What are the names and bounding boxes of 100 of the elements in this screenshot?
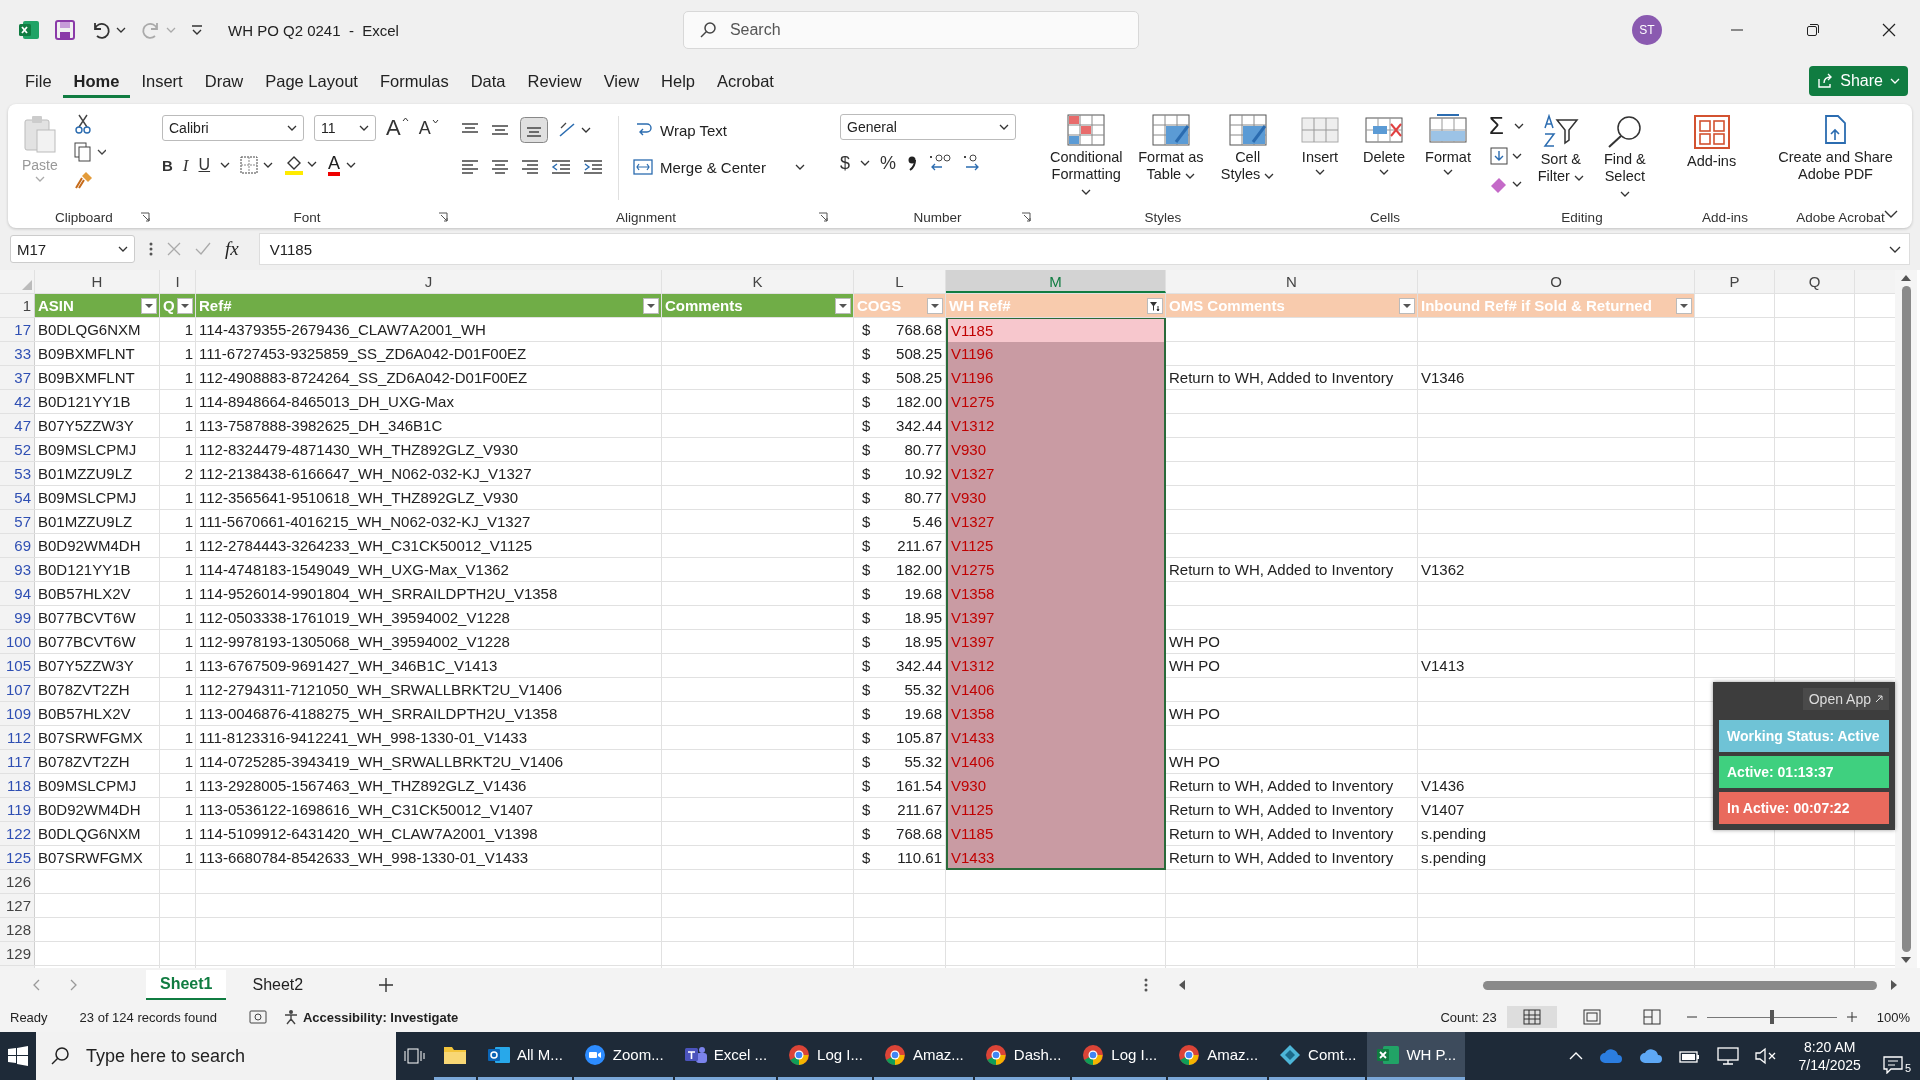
shrink-font-button[interactable]: A	[418, 119, 439, 137]
create-pdf-button[interactable]: Create and Share Adobe PDF	[1773, 110, 1898, 183]
restore-icon[interactable]	[1806, 23, 1820, 37]
column-header[interactable]: M	[946, 270, 1166, 293]
cells-button[interactable]: Delete	[1355, 110, 1413, 175]
previous-sheet-icon[interactable]	[32, 979, 40, 991]
scroll-thumb[interactable]	[1901, 286, 1911, 952]
accessibility-button[interactable]: Accessibility: Investigate	[282, 1009, 459, 1025]
font-name-field[interactable]: Calibri	[162, 115, 304, 141]
scroll-down-icon[interactable]	[1900, 956, 1912, 964]
taskbar-app[interactable]: Dash...	[974, 1032, 1071, 1080]
zoom-level[interactable]: 100%	[1876, 1009, 1910, 1025]
decrease-indent-icon[interactable]	[550, 159, 572, 175]
next-sheet-icon[interactable]	[70, 979, 78, 991]
filter-button[interactable]	[1399, 297, 1415, 314]
expand-icon[interactable]	[1889, 245, 1901, 253]
more-options-icon[interactable]	[149, 242, 153, 256]
filter-button[interactable]	[1147, 297, 1163, 314]
muted-speaker-icon[interactable]	[1754, 1047, 1777, 1065]
wrap-text-button[interactable]: Wrap Text	[633, 116, 805, 144]
add-ins-button[interactable]: Add-ins	[1685, 110, 1739, 170]
percent-button[interactable]: %	[880, 154, 897, 172]
network-icon[interactable]	[1716, 1047, 1739, 1065]
customize-toolbar-icon[interactable]	[190, 24, 204, 36]
cells-button[interactable]: Format	[1419, 110, 1477, 175]
taskbar-app[interactable]: Amaz...	[1168, 1032, 1268, 1080]
taskbar-app[interactable]: Amaz...	[873, 1032, 973, 1080]
taskbar-app[interactable]: Log I...	[1072, 1032, 1167, 1080]
comma-style-icon[interactable]	[906, 154, 919, 172]
font-size-field[interactable]: 11	[314, 115, 376, 141]
dialog-launcher-icon[interactable]	[1021, 212, 1031, 222]
user-avatar[interactable]: ST	[1632, 15, 1662, 45]
vertical-scrollbar[interactable]	[1895, 270, 1917, 968]
normal-view-button[interactable]	[1506, 1006, 1557, 1028]
ribbon-tab[interactable]: Review	[516, 64, 593, 98]
ribbon-tab[interactable]: File	[14, 64, 63, 98]
show-hidden-icons-icon[interactable]	[1568, 1052, 1583, 1060]
merge-center-button[interactable]: Merge & Center	[633, 153, 805, 181]
taskbar-app[interactable]: Excel ...	[674, 1032, 777, 1080]
task-view-icon[interactable]	[404, 1046, 426, 1066]
cloud-icon[interactable]	[1638, 1048, 1663, 1064]
scroll-thumb[interactable]	[1482, 980, 1878, 990]
taskbar-app[interactable]: Comt...	[1269, 1032, 1366, 1080]
dialog-launcher-icon[interactable]	[140, 212, 150, 222]
check-icon[interactable]	[195, 242, 211, 256]
fill-color-icon[interactable]	[284, 155, 319, 175]
clock[interactable]: 8:20 AM 7/14/2025	[1784, 1038, 1875, 1074]
underline-button[interactable]: U	[198, 157, 211, 173]
macro-icon[interactable]	[248, 1009, 267, 1025]
editing-button[interactable]: Sort & Filter	[1531, 110, 1590, 185]
align-bottom-icon[interactable]	[520, 117, 548, 143]
filter-button[interactable]	[177, 297, 193, 314]
add-sheet-icon[interactable]	[379, 978, 394, 992]
scroll-left-icon[interactable]	[1178, 979, 1186, 991]
battery-icon[interactable]	[1678, 1048, 1701, 1064]
ribbon-tab[interactable]: Draw	[193, 64, 255, 98]
ribbon-tab[interactable]: Acrobat	[706, 64, 785, 98]
taskbar-app[interactable]: Zoom...	[573, 1032, 673, 1080]
fill-down-icon[interactable]	[1489, 146, 1523, 166]
align-center-icon[interactable]	[490, 159, 510, 175]
insert-function-button[interactable]: fx	[225, 238, 245, 260]
taskbar-app[interactable]: All M...	[478, 1032, 572, 1080]
align-left-icon[interactable]	[460, 159, 480, 175]
collapse-ribbon-icon[interactable]	[1884, 210, 1898, 218]
dialog-launcher-icon[interactable]	[438, 212, 448, 222]
name-box[interactable]: M17	[10, 235, 135, 263]
cloud-icon[interactable]	[1598, 1048, 1623, 1064]
sheet-tab[interactable]: Sheet1	[146, 970, 227, 1000]
align-right-icon[interactable]	[520, 159, 540, 175]
close-icon[interactable]	[1882, 23, 1896, 37]
formula-field[interactable]: V1185	[258, 233, 1910, 265]
more-options-icon[interactable]	[1144, 978, 1148, 992]
taskbar-app[interactable]: WH P...	[1367, 1032, 1466, 1080]
taskbar-app[interactable]: Log I...	[778, 1032, 872, 1080]
filter-button[interactable]	[643, 297, 659, 314]
sheet-tab[interactable]: Sheet2	[238, 971, 318, 999]
increase-decimal-icon[interactable]	[928, 153, 953, 173]
italic-button[interactable]: I	[182, 156, 189, 174]
bold-button[interactable]: B	[162, 157, 173, 173]
styles-button[interactable]: Format as Table	[1135, 110, 1207, 183]
ribbon-tab[interactable]: Home	[62, 64, 131, 98]
open-app-button[interactable]: Open App	[1802, 688, 1889, 710]
currency-button[interactable]: $	[840, 154, 850, 172]
increase-indent-icon[interactable]	[582, 159, 604, 175]
editing-button[interactable]: Find & Select	[1595, 110, 1654, 201]
cells-button[interactable]: Insert	[1291, 110, 1349, 175]
notifications-button[interactable]: 5	[1874, 1038, 1920, 1074]
cut-icon[interactable]	[73, 114, 92, 134]
ribbon-tab[interactable]: Formulas	[368, 64, 460, 98]
format-painter-icon[interactable]	[73, 170, 94, 190]
copy-icon[interactable]	[73, 142, 106, 162]
ribbon-tab[interactable]: View	[592, 64, 651, 98]
number-format-field[interactable]: General	[840, 114, 1016, 140]
ribbon-tab[interactable]: Data	[459, 64, 517, 98]
save-icon[interactable]	[54, 19, 76, 41]
ribbon-tab[interactable]: Page Layout	[254, 64, 369, 98]
font-color-button[interactable]: A	[328, 154, 357, 176]
styles-button[interactable]: Conditional Formatting	[1043, 110, 1130, 199]
zoom-in-icon[interactable]	[1846, 1012, 1857, 1022]
filter-button[interactable]	[141, 297, 157, 314]
